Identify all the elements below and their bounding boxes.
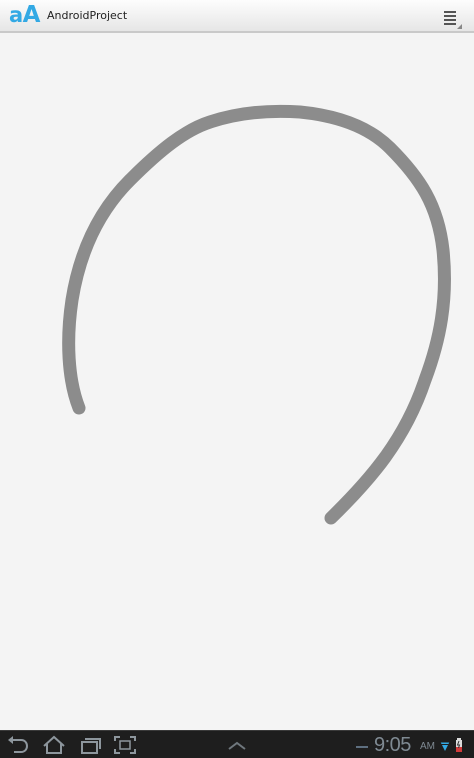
screenshot-icon[interactable]: [113, 734, 137, 756]
home-icon[interactable]: [42, 734, 66, 756]
battery-icon: [454, 734, 464, 756]
overflow-menu-icon[interactable]: [441, 8, 463, 30]
drawing-canvas[interactable]: [0, 33, 474, 730]
app-icon-letter-small: a: [9, 3, 23, 27]
app-icon[interactable]: aA: [9, 3, 40, 27]
back-icon[interactable]: [6, 734, 30, 756]
clock-time: 9:05: [374, 734, 411, 756]
wifi-icon: [439, 734, 451, 756]
app-screen: aA AndroidProject 9:05 AM: [0, 0, 474, 758]
system-navigation-bar: 9:05 AM: [0, 730, 474, 758]
drawn-stroke: [62, 104, 451, 525]
action-bar: aA AndroidProject: [0, 0, 474, 33]
app-title: AndroidProject: [47, 9, 128, 22]
app-icon-letter-big: A: [22, 2, 41, 28]
recent-apps-icon[interactable]: [79, 734, 103, 756]
usb-icon: [355, 734, 369, 756]
clock-ampm: AM: [420, 741, 435, 752]
chevron-up-icon[interactable]: [226, 734, 248, 756]
